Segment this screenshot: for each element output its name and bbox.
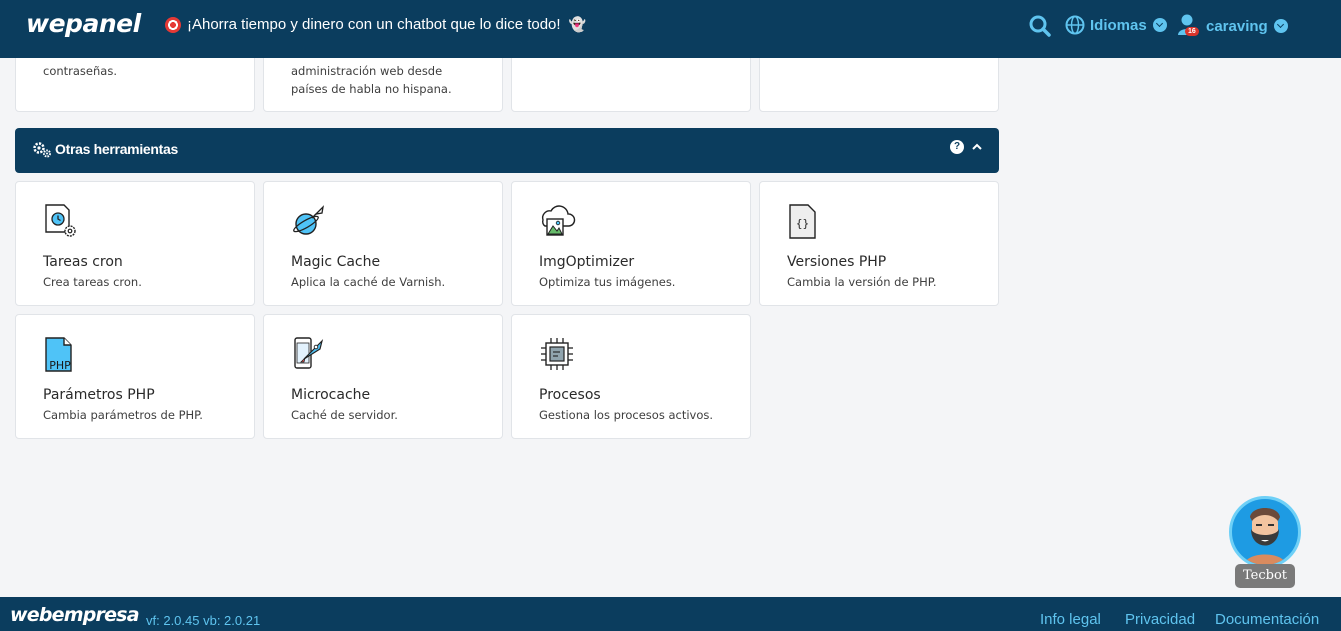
chevron-down-icon	[1152, 18, 1167, 32]
bearded-man-icon	[1244, 508, 1286, 565]
tool-card-desc: Gestiona los procesos activos.	[539, 408, 714, 422]
php-parameters-icon: PHP	[45, 337, 72, 372]
tool-card-tareas-cron[interactable]: Tareas cron Crea tareas cron.	[15, 181, 255, 306]
username: caraving	[1206, 17, 1268, 35]
tool-card-parametros-php[interactable]: PHP Parámetros PHP Cambia parámetros de …	[15, 314, 255, 439]
tool-card-magic-cache[interactable]: Magic Cache Aplica la caché de Varnish.	[263, 181, 503, 306]
svg-text:PHP: PHP	[49, 359, 71, 372]
svg-text:{}: {}	[796, 217, 809, 230]
footer-link-info-legal[interactable]: Info legal	[1040, 611, 1101, 628]
section-header-otras-herramientas[interactable]: Otras herramientas ?	[15, 128, 999, 173]
tool-card-desc: administración web desde	[291, 64, 443, 78]
magic-cache-icon	[293, 205, 324, 235]
chevron-down-icon	[1273, 19, 1288, 33]
section-title: Otras herramientas	[55, 141, 178, 157]
promo-text[interactable]: ¡Ahorra tiempo y dinero con un chatbot q…	[187, 16, 561, 33]
tool-card-title: Magic Cache	[291, 254, 381, 270]
notification-badge: 16	[1185, 27, 1199, 36]
tool-card-desc: Optimiza tus imágenes.	[539, 275, 676, 289]
tool-card-title: Microcache	[291, 387, 371, 403]
promo-banner[interactable]: ¡Ahorra tiempo y dinero con un chatbot q…	[165, 16, 586, 33]
globe-icon	[1065, 15, 1085, 35]
footer-link-documentacion[interactable]: Documentación	[1215, 611, 1319, 628]
user-menu[interactable]: 16 caraving	[1177, 13, 1288, 39]
footer: webempresa vf: 2.0.45 vb: 2.0.21 Info le…	[0, 597, 1341, 631]
webempresa-logo[interactable]: webempresa	[10, 604, 140, 626]
image-optimizer-icon	[541, 205, 576, 236]
tool-card-versiones-php[interactable]: {} Versiones PHP Cambia la versión de PH…	[759, 181, 999, 306]
version-info: vf: 2.0.45 vb: 2.0.21	[146, 613, 261, 628]
tool-card-title: Tareas cron	[43, 254, 123, 270]
php-versions-icon: {}	[789, 204, 816, 239]
tool-card-title: Procesos	[539, 387, 601, 403]
languages-label: Idiomas	[1090, 16, 1147, 34]
tool-card-title: Parámetros PHP	[43, 387, 155, 403]
tool-card-desc: Cambia parámetros de PHP.	[43, 408, 203, 422]
tool-card-desc: Aplica la caché de Varnish.	[291, 275, 446, 289]
gears-icon	[33, 142, 51, 158]
footer-link-privacidad[interactable]: Privacidad	[1125, 611, 1195, 628]
tool-card-microcache[interactable]: Microcache Caché de servidor.	[263, 314, 503, 439]
wepanel-logo[interactable]: wepanel	[26, 9, 141, 38]
tool-card-title: Versiones PHP	[787, 254, 887, 270]
target-icon	[165, 16, 181, 33]
tool-card-procesos[interactable]: Procesos Gestiona los procesos activos.	[511, 314, 751, 439]
help-icon[interactable]: ?	[950, 140, 964, 154]
top-navbar: wepanel ¡Ahorra tiempo y dinero con un c…	[0, 0, 1341, 58]
tool-card-desc: Caché de servidor.	[291, 408, 398, 422]
tool-card-title: ImgOptimizer	[539, 254, 635, 270]
tool-card-desc: países de habla no hispana.	[291, 82, 452, 96]
processes-icon	[541, 338, 573, 370]
tool-card-desc: contraseñas.	[43, 64, 117, 78]
search-icon[interactable]	[1029, 15, 1051, 37]
tecbot-label[interactable]: Tecbot	[1235, 564, 1295, 588]
language-selector[interactable]: Idiomas	[1065, 15, 1167, 35]
tool-card-desc: Crea tareas cron.	[43, 275, 142, 289]
ghost-icon: 👻	[568, 16, 587, 32]
microcache-icon	[294, 337, 324, 369]
user-icon: 16	[1177, 13, 1199, 39]
tool-card-desc: Cambia la versión de PHP.	[787, 275, 937, 289]
tool-card-imgoptimizer[interactable]: ImgOptimizer Optimiza tus imágenes.	[511, 181, 751, 306]
cron-tasks-icon	[45, 204, 76, 237]
tecbot-avatar-button[interactable]	[1229, 496, 1301, 568]
chevron-up-icon[interactable]	[972, 142, 982, 152]
